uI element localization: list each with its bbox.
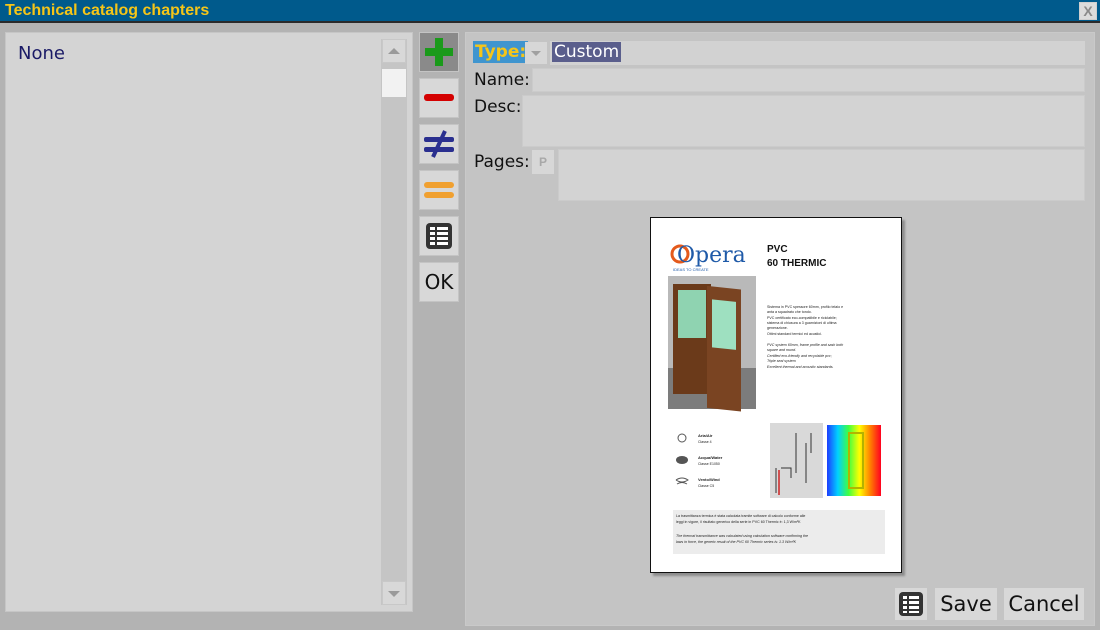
catalog-page-thumbnail: Opera IDEAS TO CREATE PVC 60 THERMIC Sis…: [668, 243, 885, 554]
scroll-down-button[interactable]: [382, 581, 406, 605]
opera-logo: Opera IDEAS TO CREATE: [670, 243, 746, 272]
scroll-thumb[interactable]: [382, 69, 406, 97]
name-label: Name:: [474, 70, 530, 90]
save-button[interactable]: Save: [934, 587, 998, 621]
footer-en-line: laws in force, the generic result of the…: [676, 540, 797, 544]
rating-class: Classe 4: [698, 440, 712, 444]
description-italian: Sistema in PVC spessore 60mm, profilo te…: [767, 305, 843, 336]
rating-title: Vento/Wind: [698, 477, 720, 482]
list-scrollbar[interactable]: [381, 39, 407, 605]
equals-icon: [424, 182, 454, 198]
type-dropdown-button[interactable]: [525, 42, 547, 64]
chevron-down-icon: [531, 51, 541, 56]
brand-name: Opera: [677, 243, 746, 268]
air-icon: [677, 433, 687, 443]
not-equal-icon: [424, 130, 454, 158]
product-line2: 60 THERMIC: [767, 258, 826, 269]
rating-class: Classe C5: [698, 484, 714, 488]
chevron-down-icon: [388, 591, 400, 597]
type-field-background: [550, 41, 1085, 65]
window-photo: [668, 276, 756, 412]
not-equal-button[interactable]: [419, 124, 459, 164]
desc-it-line: Ottimi standard termici ed acustici.: [767, 332, 822, 336]
chevron-up-icon: [388, 48, 400, 54]
minus-icon: [424, 94, 454, 101]
ok-button[interactable]: OK: [419, 262, 459, 302]
pages-input[interactable]: [558, 149, 1085, 201]
title-bar: Technical catalog chapters X: [0, 0, 1100, 23]
desc-en-line: Excellent thermal and acoustic standards…: [767, 365, 834, 369]
product-line1: PVC: [767, 244, 788, 255]
table-button[interactable]: [419, 216, 459, 256]
desc-it-line: sistema di chiusura a 3 guarnizioni di u…: [767, 321, 837, 325]
desc-en-line: square and round.: [767, 348, 796, 352]
scroll-up-button[interactable]: [382, 39, 406, 63]
wind-icon: [675, 477, 689, 485]
table-icon: [899, 592, 923, 616]
ratings-list: Aria/Air Classe 4 Acqua/Water Classe E10…: [675, 433, 723, 488]
table-icon: [426, 223, 452, 249]
rating-class: Classe E1050: [698, 462, 720, 466]
type-label: Type:: [473, 41, 529, 63]
ok-label: OK: [424, 270, 454, 294]
rating-title: Acqua/Water: [698, 455, 723, 460]
footer-it-line: leggi in vigore, il risultato generico d…: [676, 520, 801, 524]
rating-title: Aria/Air: [698, 433, 713, 438]
pages-label: Pages:: [474, 152, 530, 172]
desc-textarea[interactable]: [522, 95, 1085, 147]
name-input[interactable]: [532, 68, 1085, 92]
plus-icon: [425, 38, 453, 66]
thermal-map-image: [827, 425, 881, 496]
footer-en-line: The thermal transmittance was calculated…: [676, 534, 808, 538]
chapters-list[interactable]: None: [5, 32, 413, 612]
page-preview: Opera IDEAS TO CREATE PVC 60 THERMIC Sis…: [650, 217, 902, 573]
cancel-button[interactable]: Cancel: [1003, 587, 1085, 621]
type-select[interactable]: Custom: [552, 42, 622, 62]
water-icon: [676, 456, 688, 464]
add-button[interactable]: [419, 32, 459, 72]
brand-tagline: IDEAS TO CREATE: [673, 267, 709, 272]
dialog-window: Technical catalog chapters X None OK Typ…: [0, 0, 1100, 630]
desc-it-line: Sistema in PVC spessore 60mm, profilo te…: [767, 305, 843, 309]
description-english: PVC system 60mm, frame profile and sash …: [767, 343, 843, 369]
chapter-form: Type: Custom Name: Desc: Pages: P Opera …: [465, 32, 1095, 626]
desc-it-line: generazione.: [767, 326, 788, 330]
desc-it-line: anta a squadrato che tondo.: [767, 310, 812, 314]
remove-button[interactable]: [419, 78, 459, 118]
desc-en-line: Certified eco-friendly and recyclable pv…: [767, 354, 832, 358]
close-button[interactable]: X: [1079, 2, 1097, 20]
desc-en-line: PVC system 60mm, frame profile and sash …: [767, 343, 843, 347]
list-item[interactable]: None: [18, 43, 65, 64]
pages-button[interactable]: P: [532, 150, 554, 174]
window-title: Technical catalog chapters: [5, 2, 210, 19]
print-table-button[interactable]: [894, 587, 928, 621]
equal-button[interactable]: [419, 170, 459, 210]
profile-section-drawing: [770, 423, 823, 498]
desc-it-line: PVC certificato eco-compatibile e ricicl…: [767, 316, 837, 320]
desc-label: Desc:: [474, 97, 522, 117]
desc-en-line: Triple seal system: [767, 359, 796, 363]
thermal-footer: La trasmittanza termica è stata calcolat…: [673, 510, 885, 554]
footer-it-line: La trasmittanza termica è stata calcolat…: [676, 514, 805, 518]
